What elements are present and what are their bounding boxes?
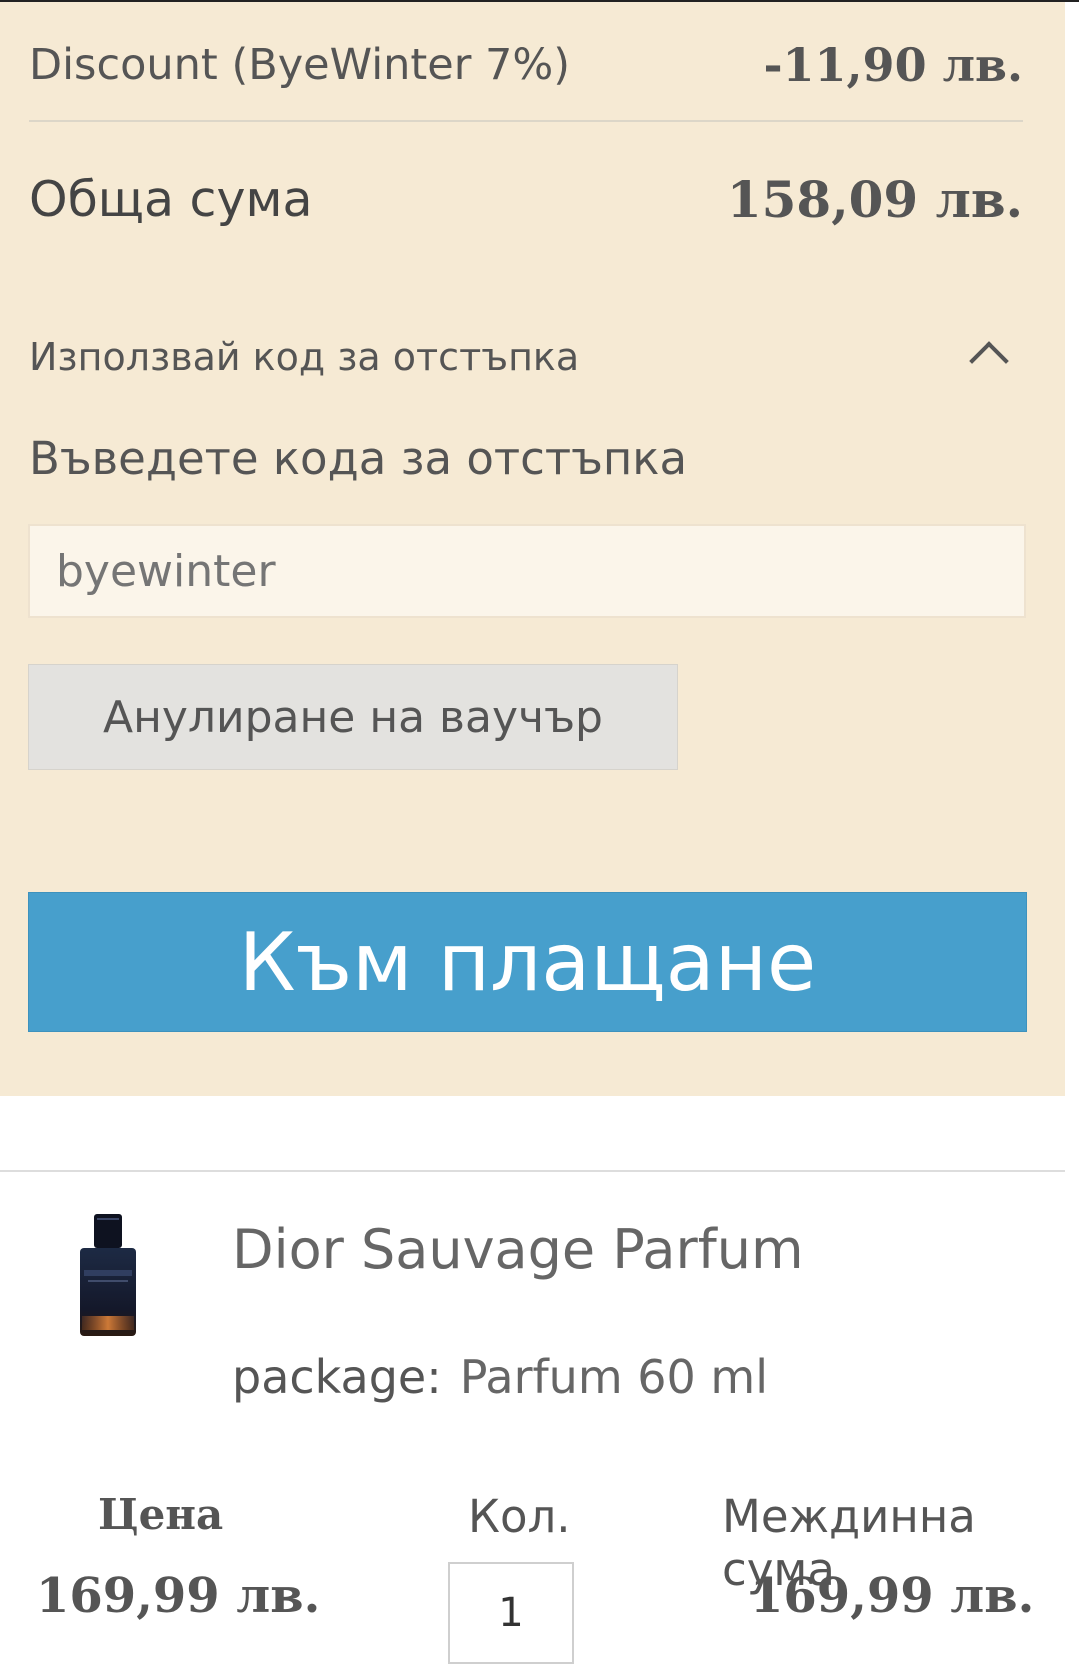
- quantity-input[interactable]: [448, 1562, 574, 1664]
- option-label: package:: [232, 1350, 442, 1404]
- quantity-column-header: Кол.: [468, 1490, 571, 1543]
- product-name-link[interactable]: Dior Sauvage Parfum: [232, 1218, 804, 1281]
- total-row: Обща сума 158,09 лв.: [29, 162, 1023, 237]
- coupon-toggle-label: Използвай код за отстъпка: [29, 335, 580, 379]
- product-option: package: Parfum 60 ml: [232, 1350, 768, 1404]
- summary-divider: [29, 120, 1023, 122]
- chevron-up-icon[interactable]: [969, 341, 1009, 381]
- total-label: Обща сума: [29, 171, 313, 228]
- unit-price: 169,99 лв.: [36, 1568, 321, 1624]
- cancel-voucher-button[interactable]: Анулиране на ваучър: [28, 664, 678, 770]
- discount-label: Discount (ByeWinter 7%): [29, 39, 571, 90]
- coupon-code-input[interactable]: [28, 524, 1026, 618]
- option-value: Parfum 60 ml: [459, 1350, 769, 1404]
- cart-summary-panel: Discount (ByeWinter 7%) -11,90 лв. Обща …: [0, 2, 1065, 1096]
- checkout-button[interactable]: Към плащане: [28, 892, 1027, 1032]
- discount-row: Discount (ByeWinter 7%) -11,90 лв.: [29, 32, 1023, 97]
- line-subtotal: 169,99 лв.: [750, 1568, 1035, 1624]
- coupon-toggle[interactable]: Използвай код за отстъпка: [29, 322, 1023, 392]
- section-divider: [0, 1170, 1065, 1172]
- total-value: 158,09 лв.: [726, 170, 1023, 229]
- price-column-header: Цена: [98, 1490, 224, 1539]
- coupon-field-label: Въведете кода за отстъпка: [29, 432, 688, 485]
- perfume-bottle-image[interactable]: [68, 1210, 148, 1340]
- discount-value: -11,90 лв.: [763, 37, 1023, 92]
